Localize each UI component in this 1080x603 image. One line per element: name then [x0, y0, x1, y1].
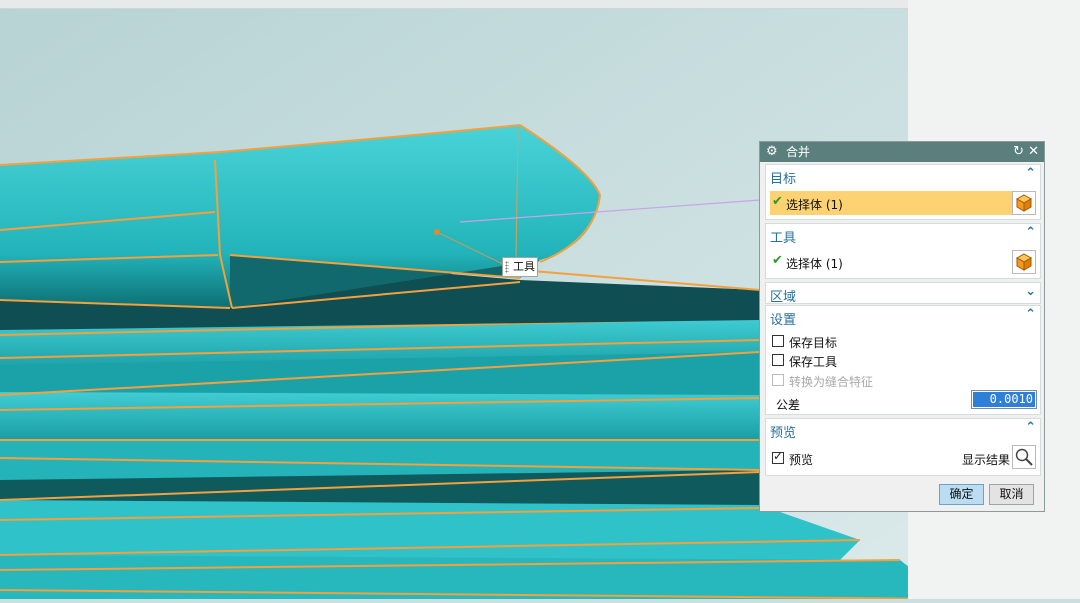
- select-body-button[interactable]: [1012, 191, 1036, 215]
- target-header-label: 目标: [770, 172, 797, 187]
- tolerance-value[interactable]: 0.0010: [973, 392, 1035, 407]
- keep-tool-label: 保存工具: [789, 355, 838, 369]
- chevron-up-icon[interactable]: ⌃: [1025, 420, 1036, 435]
- preview-label: 预览: [789, 453, 814, 467]
- settings-header[interactable]: 设置 ⌃: [766, 306, 1040, 328]
- reset-icon[interactable]: ↻: [1013, 142, 1024, 162]
- region-section[interactable]: 区域 ⌄: [765, 282, 1041, 305]
- region-header-label: 区域: [770, 290, 797, 305]
- settings-section: 设置 ⌃ 保存目标 保存工具 转换为缝合特征 公差 0.0010: [765, 305, 1041, 415]
- target-select-label: 选择体 (1): [786, 198, 843, 212]
- ok-button[interactable]: 确定: [939, 484, 984, 505]
- chevron-up-icon[interactable]: ⌃: [1025, 166, 1036, 181]
- tool-tag-text: 工具: [513, 260, 535, 273]
- dialog-titlebar[interactable]: ⚙ 合并 ↻ ✕: [760, 142, 1044, 162]
- tolerance-label: 公差: [776, 398, 801, 412]
- tool-section: 工具 ⌃ ✔ 选择体 (1): [765, 223, 1041, 279]
- tool-header-label: 工具: [770, 231, 797, 246]
- chevron-down-icon[interactable]: ⌄: [1025, 284, 1036, 299]
- tool-header[interactable]: 工具 ⌃: [766, 224, 1040, 246]
- preview-header-label: 预览: [770, 426, 797, 441]
- convert-to-sew-label: 转换为缝合特征: [789, 375, 874, 389]
- region-header[interactable]: 区域 ⌄: [766, 283, 1040, 305]
- tool-label-tag[interactable]: 工具: [502, 257, 538, 277]
- close-icon[interactable]: ✕: [1028, 142, 1039, 162]
- cube-icon: [1015, 194, 1033, 212]
- top-border: [0, 0, 908, 9]
- preview-header[interactable]: 预览 ⌃: [766, 419, 1040, 441]
- tool-select-label: 选择体 (1): [786, 257, 843, 271]
- chevron-up-icon[interactable]: ⌃: [1025, 225, 1036, 240]
- checkbox-box[interactable]: [772, 335, 784, 347]
- unite-dialog[interactable]: ⚙ 合并 ↻ ✕ 目标 ⌃ ✔ 选择体 (1) 工具 ⌃ ✔ 选择体 (1) 区…: [759, 141, 1045, 512]
- drag-grip-icon[interactable]: [505, 261, 509, 273]
- target-header[interactable]: 目标 ⌃: [766, 165, 1040, 187]
- check-icon: ✔: [772, 253, 783, 268]
- target-section: 目标 ⌃ ✔ 选择体 (1): [765, 164, 1041, 220]
- target-select-body[interactable]: ✔ 选择体 (1): [770, 191, 1036, 215]
- cancel-button[interactable]: 取消: [989, 484, 1034, 505]
- check-icon: ✔: [772, 194, 783, 209]
- magnifier-icon: [1015, 448, 1033, 466]
- chevron-up-icon[interactable]: ⌃: [1025, 307, 1036, 322]
- preview-section: 预览 ⌃ 预览 显示结果: [765, 418, 1041, 476]
- tool-select-body[interactable]: ✔ 选择体 (1): [770, 250, 1036, 274]
- keep-target-label: 保存目标: [789, 336, 838, 350]
- checkbox-box: [772, 374, 784, 386]
- tolerance-input[interactable]: 0.0010: [971, 390, 1037, 409]
- checkbox-box[interactable]: [772, 354, 784, 366]
- show-result-label: 显示结果: [961, 453, 1010, 467]
- select-body-button[interactable]: [1012, 250, 1036, 274]
- show-result-button[interactable]: [1012, 445, 1036, 469]
- gear-icon[interactable]: ⚙: [766, 142, 778, 162]
- settings-header-label: 设置: [770, 313, 797, 328]
- dialog-title: 合并: [786, 145, 811, 159]
- cube-icon: [1015, 253, 1033, 271]
- checkbox-box[interactable]: [772, 449, 784, 464]
